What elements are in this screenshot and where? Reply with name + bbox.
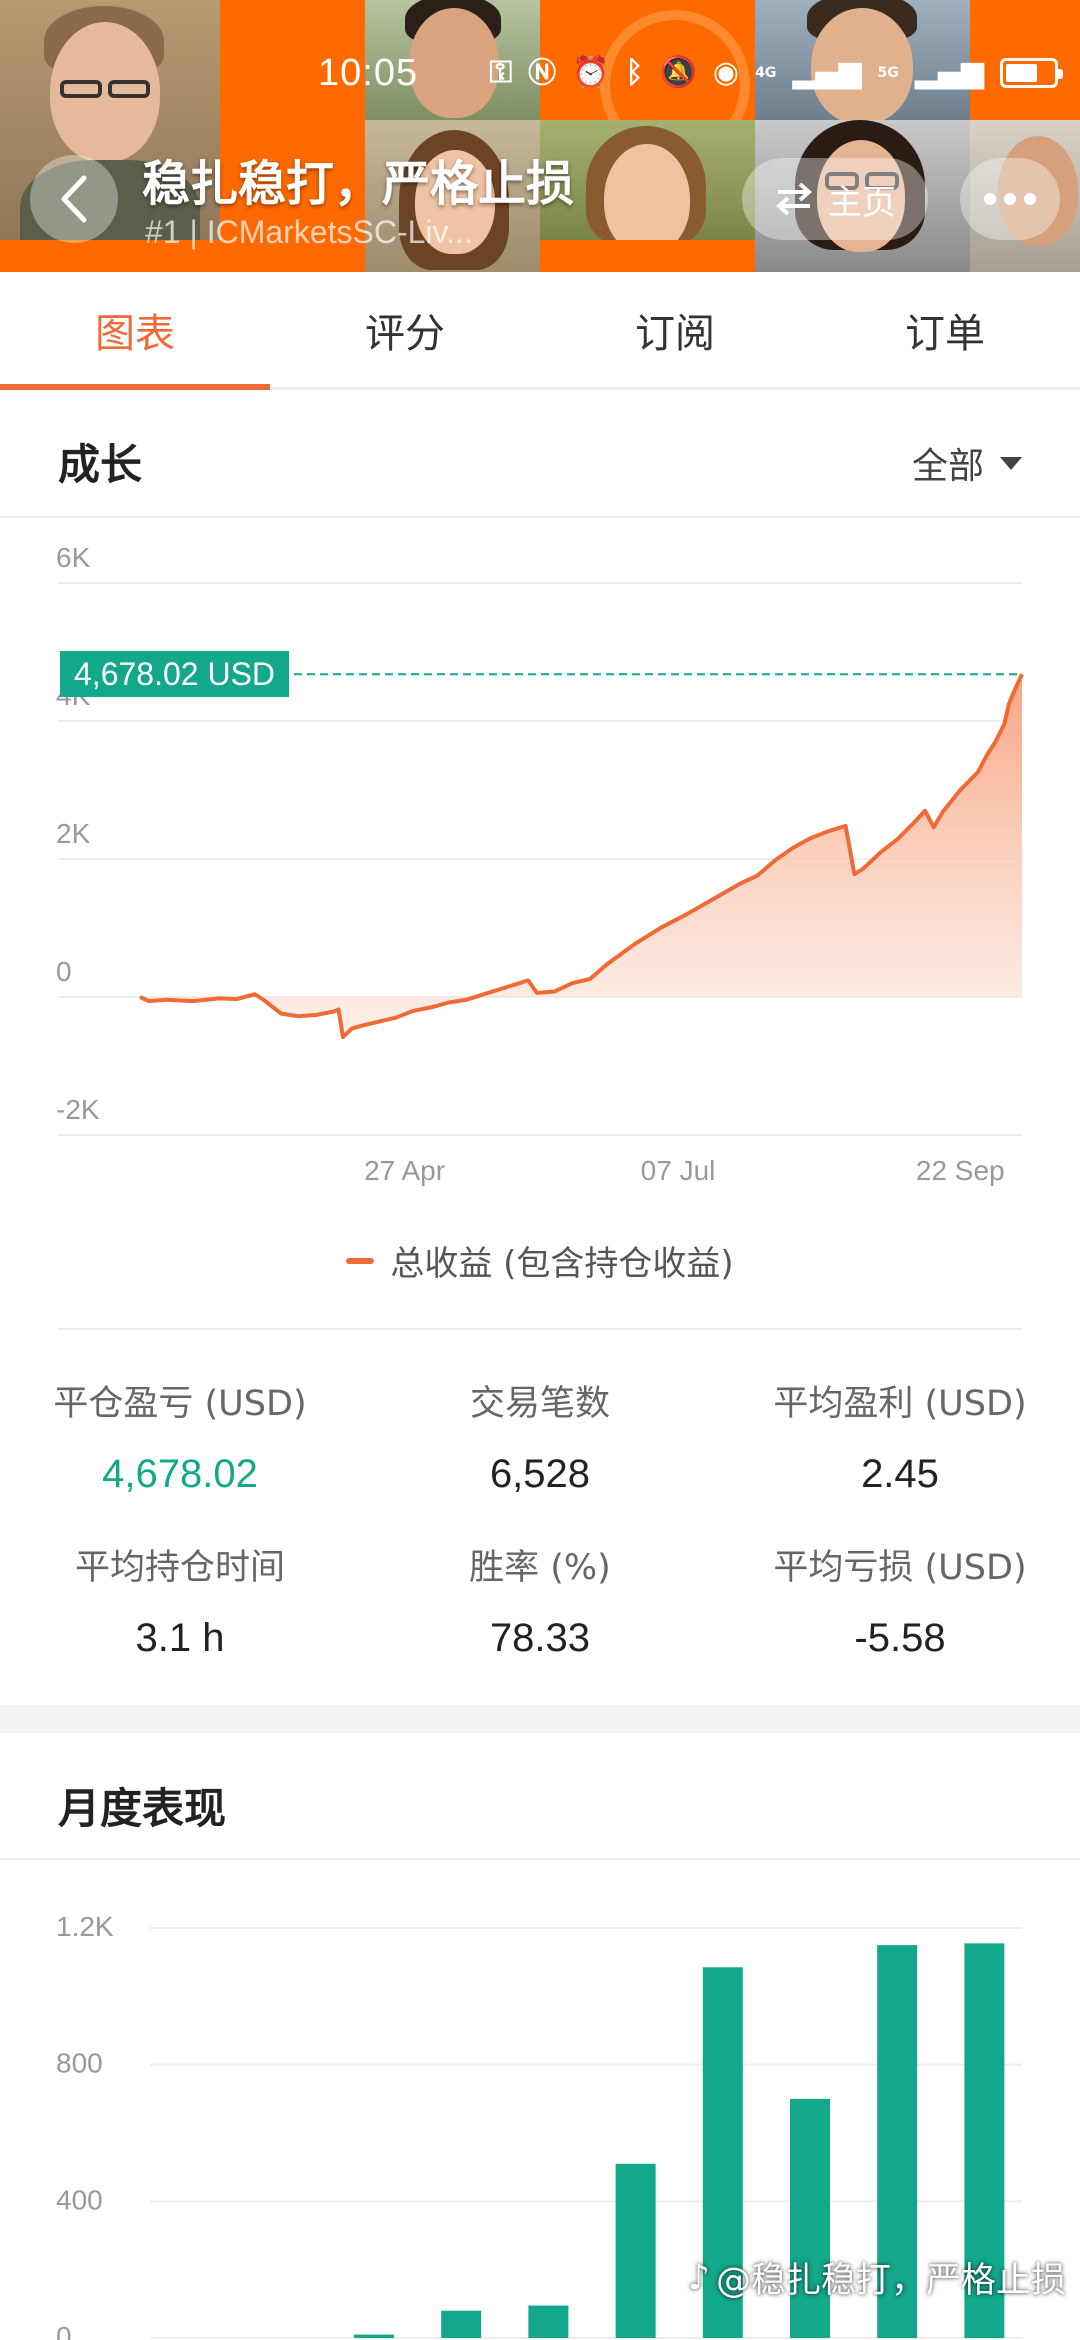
stat-trade-count: 交易笔数 6,528 (360, 1375, 720, 1497)
signal-bars-icon-2: ▂▄▆ (914, 55, 984, 90)
signal-5g-label: 5G (877, 65, 899, 81)
monthly-bar (528, 2305, 569, 2338)
y-tick-label: -2K (56, 1094, 100, 1125)
account-subtitle: #1 | ICMarketsSC-Liv... (145, 214, 473, 250)
more-button[interactable] (960, 158, 1060, 240)
stat-avg-loss: 平均亏损 (USD) -5.58 (720, 1539, 1080, 1661)
legend-label: 总收益 (包含持仓收益) (390, 1244, 734, 1284)
section-divider (58, 1328, 1022, 1330)
profile-header: 10:05 ⚿ Ⓝ ⏰ ᛒ 🔕 ◉ 4G ▂▄▆ 5G ▂▄▆ 稳扎稳打，严格止… (0, 0, 1080, 272)
stat-value: 78.33 (489, 1616, 591, 1660)
stat-win-rate: 胜率 (%) 78.33 (360, 1539, 720, 1661)
back-button[interactable] (30, 155, 118, 243)
key-icon: ⚿ (489, 55, 513, 90)
stat-value: 6,528 (489, 1452, 591, 1496)
tab-rating[interactable]: 评分 (270, 272, 540, 387)
x-tick-label: 22 Sep (916, 1155, 1005, 1186)
stat-value: 4,678.02 (102, 1452, 258, 1496)
stat-avg-profit: 平均盈利 (USD) 2.45 (720, 1375, 1080, 1497)
range-filter-label: 全部 (911, 446, 984, 487)
battery-icon (1000, 58, 1063, 88)
x-tick-label: 27 Apr (364, 1155, 445, 1186)
stat-avg-hold-time: 平均持仓时间 3.1 h (0, 1539, 360, 1661)
stat-label: 平均亏损 (USD) (773, 1548, 1027, 1588)
chevron-left-icon (61, 175, 87, 223)
stat-label: 平均盈利 (USD) (773, 1384, 1027, 1424)
tab-chart[interactable]: 图表 (0, 272, 270, 390)
y-tick-label: 0 (56, 956, 72, 987)
mute-icon: 🔕 (659, 55, 697, 90)
dropdown-triangle-icon (1000, 456, 1022, 470)
watermark: ♪ @稳扎稳打，严格止损 (688, 2252, 1066, 2303)
swap-arrows-icon (775, 182, 813, 216)
signal-bars-icon: ▂▄▆ (792, 55, 862, 90)
growth-section-header: 成长 全部 (0, 393, 1080, 518)
growth-title: 成长 (58, 440, 143, 489)
status-icons: ⚿ Ⓝ ⏰ ᛒ 🔕 ◉ 4G ▂▄▆ 5G ▂▄▆ (489, 55, 1063, 90)
tab-orders[interactable]: 订单 (810, 272, 1080, 387)
home-button[interactable]: 主页 (742, 158, 928, 240)
stat-value: 2.45 (861, 1452, 939, 1496)
legend-swatch (346, 1257, 375, 1264)
growth-legend: 总收益 (包含持仓收益) (0, 1236, 1080, 1285)
nfc-icon: Ⓝ (528, 56, 557, 89)
bluetooth-icon: ᛒ (625, 55, 644, 90)
y-tick-label: 0 (56, 2321, 72, 2340)
alarm-icon: ⏰ (572, 55, 610, 90)
page-title: 稳扎稳打，严格止损 (142, 156, 575, 212)
monthly-bar (354, 2334, 394, 2338)
tiktok-logo-icon: ♪ (687, 2257, 710, 2298)
monthly-bar (615, 2163, 656, 2338)
signal-4g-label: 4G (755, 65, 777, 81)
y-tick-label: 6K (56, 542, 91, 573)
stat-value: -5.58 (854, 1616, 946, 1660)
section-gap (0, 1705, 1080, 1733)
growth-chart: -2K02K4K6K27 Apr07 Jul22 Sep (56, 542, 1024, 1186)
stat-label: 交易笔数 (469, 1384, 610, 1424)
watermark-text: @稳扎稳打，严格止损 (715, 2261, 1066, 2301)
y-tick-label: 2K (56, 818, 91, 849)
tab-bar: 图表 评分 订阅 订单 (0, 272, 1080, 390)
x-tick-label: 07 Jul (641, 1155, 716, 1186)
hotspot-icon: ◉ (712, 55, 740, 90)
y-tick-label: 400 (56, 2184, 103, 2215)
stat-value: 3.1 h (135, 1616, 225, 1660)
more-dots-icon (984, 193, 1036, 205)
stat-closed-pnl: 平仓盈亏 (USD) 4,678.02 (0, 1375, 360, 1497)
stat-label: 平均持仓时间 (74, 1548, 285, 1588)
range-filter-dropdown[interactable]: 全部 (912, 437, 1022, 489)
status-time: 10:05 (318, 52, 419, 94)
stat-label: 平仓盈亏 (USD) (53, 1384, 307, 1424)
home-button-label: 主页 (828, 182, 896, 223)
tab-subscribe[interactable]: 订阅 (540, 272, 810, 387)
current-value-tag: 4,678.02 USD (60, 651, 290, 698)
monthly-bar (441, 2310, 482, 2338)
monthly-section-header: 月度表现 (0, 1733, 1080, 1860)
stat-label: 胜率 (%) (469, 1548, 611, 1588)
y-tick-label: 1.2K (56, 1911, 114, 1942)
y-tick-label: 800 (56, 2048, 103, 2079)
monthly-title: 月度表现 (58, 1784, 227, 1833)
